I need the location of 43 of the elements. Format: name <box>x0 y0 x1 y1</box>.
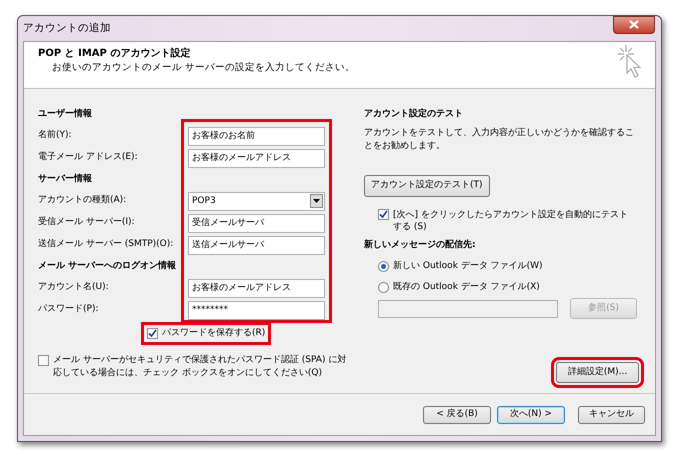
input-field[interactable]: 送信メールサーバ <box>188 236 325 254</box>
checkbox[interactable] <box>38 354 49 366</box>
password-field[interactable]: ******** <box>188 300 325 320</box>
section-heading: ユーザー情報 <box>38 108 93 121</box>
field-label: 電子メール アドレス(E): <box>38 151 139 164</box>
section-heading: アカウント設定のテスト <box>364 107 463 121</box>
checkbox-label: [次へ] をクリックしたらアカウント設定を自動的にテストする (S) <box>393 209 629 233</box>
field-label: アカウントの種類(A): <box>38 194 128 208</box>
dialog-button[interactable]: キャンセル <box>578 406 645 424</box>
checkmark-icon <box>148 329 157 338</box>
radio-label: 新しい Outlook データ ファイル(W) <box>393 260 543 273</box>
field-label: アカウント名(U): <box>38 281 110 294</box>
input-field[interactable]: お客様のメールアドレス <box>188 278 325 298</box>
checkbox-label: パスワードを保存する(R) <box>162 326 266 340</box>
page-title: POP と IMAP のアカウント設定 <box>38 46 192 61</box>
dropdown-arrow-icon <box>313 199 320 203</box>
checkbox[interactable] <box>378 209 389 220</box>
input-field[interactable]: 受信メールサーバ <box>188 214 325 232</box>
radio-button[interactable] <box>378 261 389 272</box>
field-label: 受信メール サーバー(I): <box>38 216 136 230</box>
field-label: パスワード(P): <box>38 303 100 316</box>
account-type-dropdown[interactable]: POP3 <box>188 192 325 210</box>
dialog-button[interactable]: < 戻る(B) <box>423 406 491 424</box>
page-subtitle: お使いのアカウントのメール サーバーの設定を入力してください。 <box>51 61 356 75</box>
input-field[interactable]: お客様のお名前 <box>188 126 325 146</box>
close-button[interactable] <box>613 16 655 34</box>
input-field[interactable]: お客様のメールアドレス <box>188 148 325 168</box>
section-heading: サーバー情報 <box>38 172 93 186</box>
file-path-field[interactable] <box>378 300 558 318</box>
checkbox[interactable] <box>147 328 158 339</box>
section-heading: メール サーバーへのログオン情報 <box>38 260 178 273</box>
checkbox-label: メール サーバーがセキュリティで保護されたパスワード認証 (SPA) に対応している場合には、チェック ボックスをオンにしてください(Q) <box>53 354 348 380</box>
radio-button[interactable] <box>378 282 389 293</box>
description-text: アカウントをテストして、入力内容が正しいかどうかを確認することをお勧めします。 <box>364 127 635 153</box>
checkmark-icon <box>379 210 388 219</box>
field-label: 名前(Y): <box>38 129 73 142</box>
section-heading: 新しいメッセージの配信先: <box>364 238 476 252</box>
field-label: 送信メール サーバー (SMTP)(O): <box>38 238 174 252</box>
test-settings-button[interactable]: アカウント設定のテスト(T) <box>364 175 490 197</box>
dialog-button[interactable]: 次へ(N) > <box>497 406 565 424</box>
window-title: アカウントの追加 <box>23 20 111 36</box>
close-icon <box>629 20 639 29</box>
radio-label: 既存の Outlook データ ファイル(X) <box>393 280 540 294</box>
